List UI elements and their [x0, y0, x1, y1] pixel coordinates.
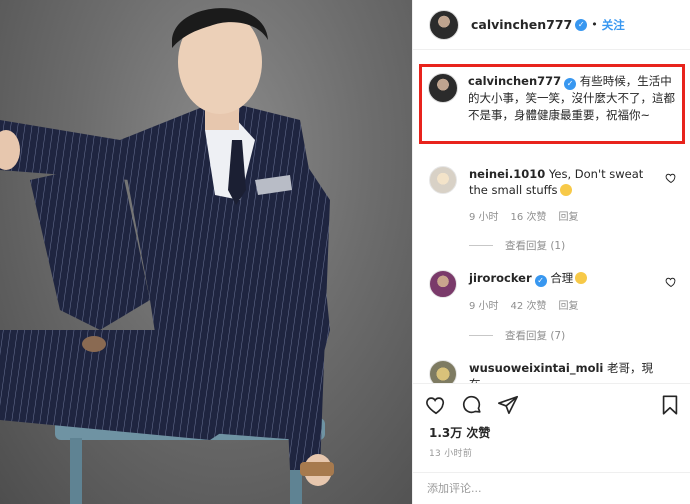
comment-time: 9 小时	[469, 301, 499, 312]
post-timestamp: 13 小时前	[429, 449, 473, 459]
verified-badge-icon: ✓	[564, 78, 577, 90]
likes-count[interactable]: 1.3万 次赞	[429, 424, 490, 441]
comment-text: 合理	[550, 271, 574, 285]
comment-item: jirorocker ✓ 合理 9 小时 42 次赞 回复	[429, 270, 685, 312]
like-comment-heart-icon[interactable]	[665, 276, 677, 288]
commenter-avatar[interactable]	[429, 360, 457, 383]
flexed-biceps-emoji-icon	[575, 272, 588, 284]
verified-badge-icon: ✓	[575, 18, 588, 31]
author-avatar[interactable]	[429, 9, 459, 40]
like-comment-heart-icon[interactable]	[665, 172, 677, 184]
caption-username[interactable]: calvinchen777	[468, 74, 561, 88]
caption-author-avatar[interactable]	[428, 73, 458, 103]
comment-likes[interactable]: 42 次赞	[511, 297, 547, 312]
author-username[interactable]: calvinchen777	[471, 17, 572, 32]
post-actions: 1.3万 次赞 13 小时前 添加评论...	[413, 383, 690, 503]
comment-username[interactable]: jirorocker	[469, 271, 532, 285]
follow-button[interactable]: 关注	[602, 17, 625, 33]
verified-badge-icon: ✓	[534, 275, 547, 287]
comment-time: 9 小时	[469, 212, 499, 223]
replies-divider-line	[469, 245, 493, 246]
post-details-panel: calvinchen777 ✓ • 关注 calvinchen777 ✓ 有些時候…	[412, 0, 690, 504]
comment-likes[interactable]: 16 次赞	[511, 208, 547, 223]
post-caption: calvinchen777 ✓ 有些時候，生活中的大小事，笑一笑，沒什麼大不了，這…	[419, 64, 685, 144]
add-comment-input[interactable]: 添加评论...	[413, 472, 690, 504]
flexed-biceps-emoji-icon	[559, 184, 572, 196]
comment-item: wusuoweixintai_moli 老哥，現在	[429, 360, 685, 383]
man-in-suit-illustration	[0, 8, 334, 504]
comments-list[interactable]: calvinchen777 ✓ 有些時候，生活中的大小事，笑一笑，沒什麼大不了，這…	[413, 50, 690, 383]
comment-item: neinei.1010 Yes, Don't sweat the small s…	[429, 166, 685, 223]
replies-divider-line	[469, 335, 493, 336]
like-heart-icon[interactable]	[425, 394, 447, 416]
post-photo[interactable]	[0, 0, 412, 504]
view-replies-label[interactable]: 查看回复 (1)	[505, 238, 565, 253]
comment-bubble-icon[interactable]	[461, 394, 483, 416]
separator-dot: •	[591, 18, 598, 31]
reply-button[interactable]: 回复	[558, 208, 578, 223]
commenter-avatar[interactable]	[429, 166, 457, 194]
comment-username[interactable]: neinei.1010	[469, 167, 545, 181]
post-header: calvinchen777 ✓ • 关注	[413, 0, 690, 50]
share-paper-plane-icon[interactable]	[497, 394, 519, 416]
reply-button[interactable]: 回复	[558, 297, 578, 312]
comment-username[interactable]: wusuoweixintai_moli	[469, 361, 603, 375]
bookmark-icon[interactable]	[659, 394, 681, 416]
view-replies-link[interactable]: 查看回复 (7)	[469, 328, 565, 343]
commenter-avatar[interactable]	[429, 270, 457, 298]
view-replies-link[interactable]: 查看回复 (1)	[469, 238, 565, 253]
view-replies-label[interactable]: 查看回复 (7)	[505, 328, 565, 343]
